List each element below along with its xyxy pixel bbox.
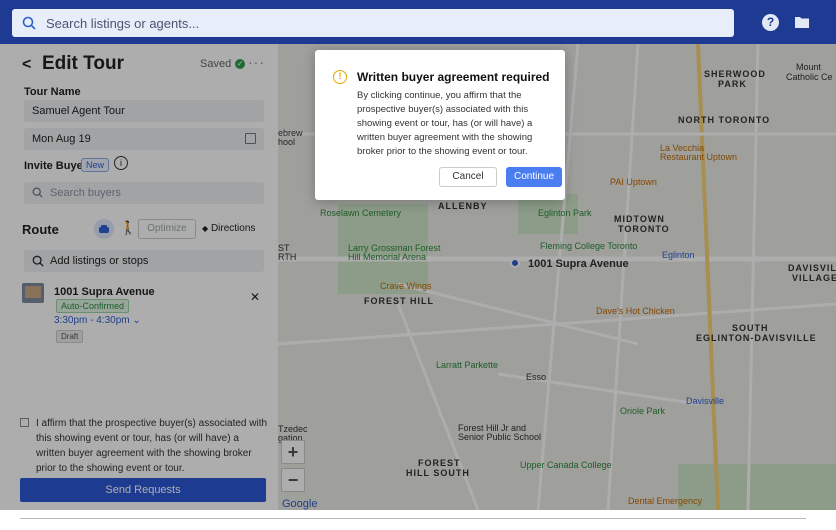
map-label: Mount — [796, 62, 822, 72]
directions-label: Directions — [210, 223, 256, 234]
directions-button[interactable]: ◆ Directions — [202, 219, 268, 239]
map-label: Dental Emergency — [628, 496, 703, 506]
affirm-checkbox-row[interactable]: I affirm that the prospective buyer(s) a… — [20, 416, 268, 476]
map-label: PAI Uptown — [610, 177, 657, 187]
map-label: RTH — [278, 252, 297, 262]
new-badge: New — [81, 158, 110, 172]
map-label: MIDTOWN — [614, 214, 665, 224]
map-label: ALLENBY — [438, 201, 488, 211]
map-label: FOREST HILL — [364, 296, 434, 306]
folder-icon[interactable] — [795, 16, 809, 28]
map-label: Dave's Hot Chicken — [596, 306, 675, 316]
google-logo: Google — [282, 498, 318, 510]
map-label: Upper Canada College — [520, 460, 612, 470]
map-label: Restaurant Uptown — [660, 152, 738, 162]
map-label[interactable]: 1001 Supra Avenue — [528, 258, 629, 270]
map-label: Senior Public School — [458, 432, 542, 442]
send-requests-button[interactable]: Send Requests — [20, 478, 266, 502]
close-icon[interactable]: ✕ — [250, 290, 260, 304]
top-bar: Search listings or agents... ? — [0, 0, 836, 44]
map-label: Hill Memorial Arena — [348, 252, 427, 262]
search-icon — [32, 255, 44, 267]
saved-label: Saved — [200, 58, 232, 70]
add-stops-placeholder: Add listings or stops — [50, 255, 149, 267]
search-placeholder: Search listings or agents... — [46, 15, 200, 31]
status-badge: Auto-Confirmed — [56, 299, 130, 313]
add-stops-input[interactable]: Add listings or stops — [24, 250, 264, 272]
search-buyers-input[interactable]: Search buyers — [24, 182, 264, 204]
search-buyers-placeholder: Search buyers — [50, 187, 121, 199]
map-label: SHERWOOD — [704, 69, 766, 79]
affirm-checkbox[interactable] — [20, 418, 29, 427]
map-label: Eglinton Park — [538, 208, 592, 218]
search-icon — [32, 187, 43, 198]
divider — [20, 518, 806, 519]
date-value: Mon Aug 19 — [32, 133, 91, 145]
zoom-out-button[interactable]: − — [281, 468, 305, 492]
cancel-button[interactable]: Cancel — [439, 167, 497, 187]
map-label: TORONTO — [618, 224, 670, 234]
map-label: Davisville — [686, 396, 725, 406]
date-field[interactable]: Mon Aug 19 — [24, 128, 264, 150]
map-label: NORTH TORONTO — [678, 115, 771, 125]
listing-time[interactable]: 3:30pm - 4:30pm ⌄ — [54, 315, 141, 326]
check-icon: ✓ — [235, 59, 246, 69]
affirm-text: I affirm that the prospective buyer(s) a… — [36, 418, 268, 474]
dialog-title: Written buyer agreement required — [357, 70, 550, 84]
map-label: PARK — [718, 79, 747, 89]
walk-icon[interactable]: 🚶 — [120, 220, 136, 236]
continue-button[interactable]: Continue — [506, 167, 562, 187]
map-label: FOREST — [418, 458, 461, 468]
map-label: Esso — [526, 372, 547, 382]
more-options-button[interactable]: ··· — [248, 54, 265, 70]
map-label: SOUTH — [732, 323, 769, 333]
listing-name[interactable]: 1001 Supra Avenue — [54, 286, 155, 298]
search-bar[interactable]: Search listings or agents... — [12, 9, 734, 37]
map-label: Catholic Ce — [786, 72, 833, 82]
map-label: Eglinton — [662, 250, 695, 260]
calendar-icon[interactable] — [245, 133, 256, 144]
back-button[interactable]: < — [22, 56, 31, 74]
draft-badge: Draft — [56, 330, 84, 343]
optimize-button[interactable]: Optimize — [138, 219, 196, 239]
tour-panel: < Edit Tour Saved ✓ ··· Tour Name Samuel… — [10, 44, 278, 510]
map-label: Oriole Park — [620, 406, 666, 416]
map-label: DAVISVILLE — [788, 263, 836, 273]
dialog-body: By clicking continue, you affirm that th… — [357, 90, 533, 157]
map-label: EGLINTON-DAVISVILLE — [696, 333, 817, 343]
info-icon[interactable]: i — [114, 156, 128, 170]
map-label: Roselawn Cemetery — [320, 208, 402, 218]
map-label: hool — [278, 137, 296, 147]
zoom-in-button[interactable]: + — [281, 440, 305, 464]
help-icon[interactable]: ? — [762, 14, 779, 31]
tour-name-field[interactable]: Samuel Agent Tour — [24, 100, 264, 122]
map-label: HILL SOUTH — [406, 468, 470, 478]
route-label: Route — [22, 222, 59, 237]
map-pin-icon[interactable] — [510, 258, 520, 268]
map-label: Crave Wings — [380, 281, 432, 291]
listing-thumbnail — [22, 283, 44, 303]
car-icon[interactable] — [94, 219, 114, 239]
saved-status: Saved ✓ — [200, 58, 246, 70]
listing-time-value: 3:30pm - 4:30pm — [54, 315, 130, 326]
map-label: VILLAGE — [792, 273, 836, 283]
tour-name-label: Tour Name — [24, 86, 81, 98]
confirmation-dialog: ! Written buyer agreement required By cl… — [315, 50, 565, 200]
map-label: Fleming College Toronto — [540, 241, 638, 251]
page-title: Edit Tour — [42, 53, 124, 74]
warning-icon: ! — [333, 70, 347, 84]
map-label: Larratt Parkette — [436, 360, 499, 370]
search-icon — [22, 16, 36, 30]
